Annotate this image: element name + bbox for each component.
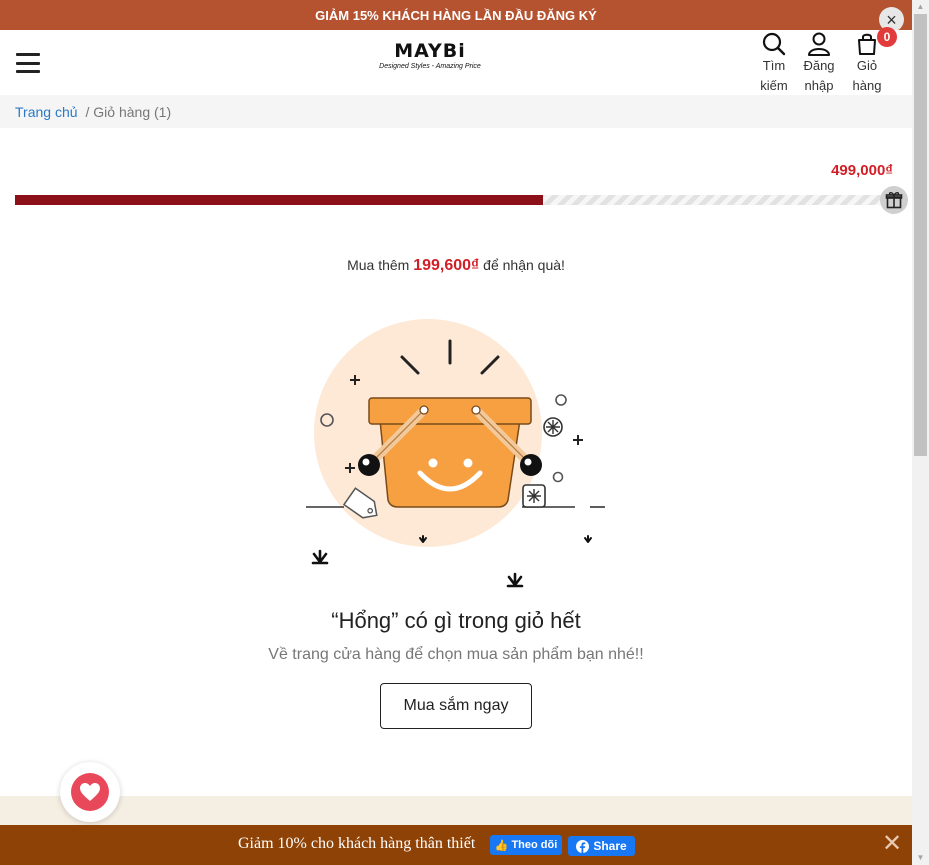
gift-progress-fill [15,195,543,205]
loyalty-promo-bar: Giảm 10% cho khách hàng thân thiết 👍 The… [0,825,912,865]
login-button[interactable]: Đăng nhập [797,32,841,96]
footer-band [0,796,912,826]
scroll-down-arrow-icon[interactable]: ▼ [912,851,929,865]
gift-progress-bar [15,195,895,205]
login-label-2: nhập [804,78,834,93]
wishlist-badge [71,773,109,811]
site-header: MAYBi Designed Styles - Amazing Price Tì… [0,30,912,95]
gift-icon [885,192,903,209]
gift-message: Mua thêm 199,600₫ để nhận quà! [0,257,912,275]
gift-message-after: để nhận quà! [479,257,565,273]
login-label-1: Đăng [803,58,835,73]
facebook-icon [576,839,590,853]
logo-name: MAYBi [394,40,466,62]
search-icon [762,32,786,56]
breadcrumb: Trang chủ / Giỏ hàng (1) [0,95,912,128]
scrollbar-thumb[interactable] [914,14,927,456]
shop-now-button[interactable]: Mua sắm ngay [380,683,532,729]
site-logo[interactable]: MAYBi Designed Styles - Amazing Price [360,40,500,70]
cart-count-badge: 0 [877,27,897,47]
search-label-1: Tìm [762,58,786,73]
gift-threshold-price: 499,000₫ [831,162,893,179]
promo-close-button[interactable]: ✕ [881,830,903,857]
cart-label-1: Giỏ [856,58,878,73]
heart-icon [80,783,100,801]
follow-label: Theo dõi [511,839,558,851]
cart-label-2: hàng [852,78,882,93]
page-scrollbar[interactable]: ▲ ▼ [912,0,929,865]
search-button[interactable]: Tìm kiếm [752,32,796,96]
logo-tagline: Designed Styles - Amazing Price [379,63,481,70]
promo-text: Giảm 10% cho khách hàng thân thiết [238,835,476,852]
gift-amount-needed: 199,600₫ [413,257,480,274]
close-icon: × [886,9,897,30]
close-icon: ✕ [881,830,903,857]
wishlist-button[interactable] [60,762,120,822]
announcement-text: GIẢM 15% KHÁCH HÀNG LẦN ĐẦU ĐĂNG KÝ [315,7,597,23]
breadcrumb-home-link[interactable]: Trang chủ [15,104,78,120]
share-label: Share [593,839,627,853]
thumbs-up-icon: 👍 [494,839,509,852]
gift-button[interactable] [880,186,908,214]
user-icon [808,32,830,56]
facebook-follow-button[interactable]: 👍 Theo dõi [490,835,562,855]
search-label-2: kiếm [760,78,788,93]
facebook-share-button[interactable]: Share [568,836,635,856]
empty-cart-subtitle: Về trang cửa hàng để chọn mua sản phẩm b… [268,646,644,663]
empty-cart-title: “Hổng” có gì trong giỏ hết [331,608,581,633]
empty-basket-illustration [306,319,605,588]
scroll-up-arrow-icon[interactable]: ▲ [912,0,929,14]
gift-message-before: Mua thêm [347,257,414,273]
menu-icon[interactable] [16,53,40,73]
breadcrumb-current: / Giỏ hàng (1) [85,103,172,120]
announcement-bar: GIẢM 15% KHÁCH HÀNG LẦN ĐẦU ĐĂNG KÝ [0,0,912,30]
